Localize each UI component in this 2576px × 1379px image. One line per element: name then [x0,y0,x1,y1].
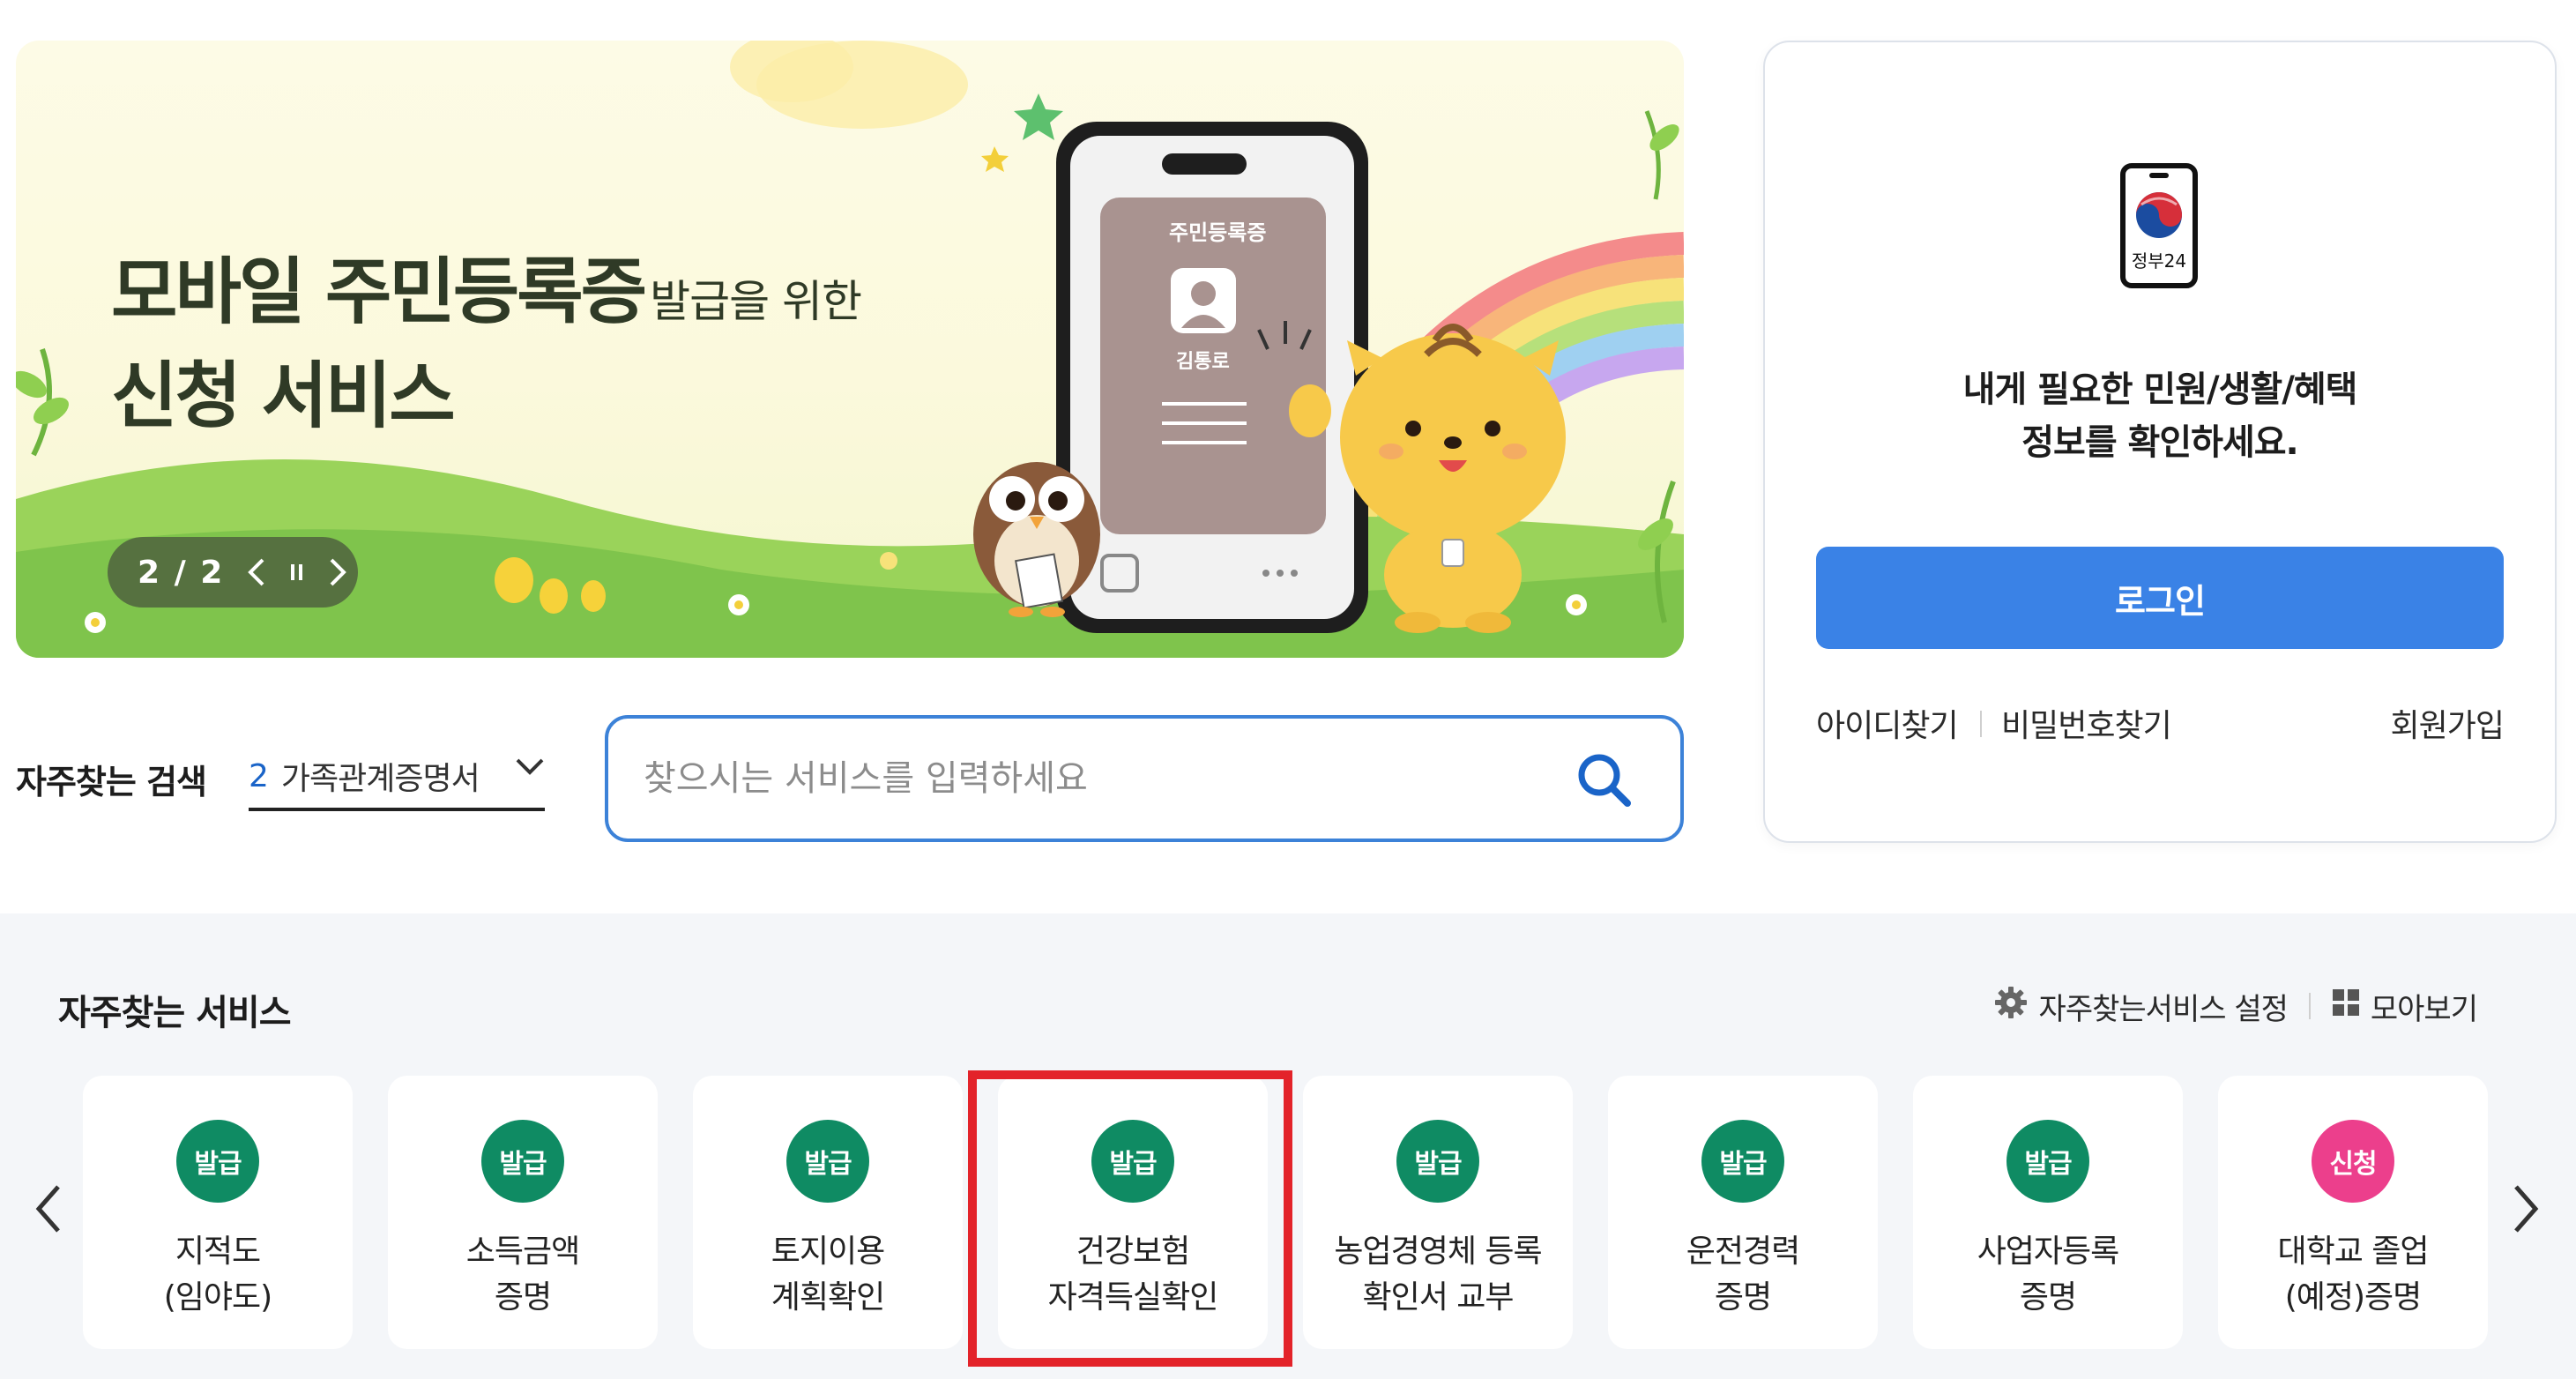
login-card: 정부24 내게 필요한 민원/생활/혜택 정보를 확인하세요. 로그인 아이디찾… [1763,41,2557,843]
login-message-line2: 정보를 확인하세요. [2021,422,2299,463]
service-name: 사업자등록 증명 [1977,1234,2120,1316]
frequent-services-title: 자주찾는 서비스 [58,993,292,1033]
gear-icon [1993,985,2029,1028]
service-badge: 발급 [176,1120,259,1203]
signup-link[interactable]: 회원가입 [2391,700,2505,746]
search-input[interactable] [644,750,1525,807]
login-button[interactable]: 로그인 [1816,547,2504,649]
service-badge: 발급 [481,1120,564,1203]
service-name: 지적도 (임야도) [163,1234,272,1316]
service-badge: 신청 [2312,1120,2394,1203]
service-name: 운전경력 증명 [1686,1234,1800,1316]
frequent-search-term: 가족관계증명서 [280,761,480,797]
login-links: 아이디찾기 비밀번호찾기 회원가입 [1816,700,2505,753]
service-card-business-registration[interactable]: 발급 사업자등록 증명 [1913,1076,2183,1349]
view-all-button[interactable]: 모아보기 [2332,985,2478,1028]
service-card-driving-record[interactable]: 발급 운전경력 증명 [1608,1076,1878,1349]
banner-slider-controls: 2 / 2 [108,537,358,608]
service-card-graduation-certificate[interactable]: 신청 대학교 졸업 (예정)증명 [2218,1076,2488,1349]
search-box [605,715,1684,842]
carousel-prev-icon[interactable] [28,1178,69,1240]
chevron-down-icon [515,757,545,781]
settings-label: 자주찾는서비스 설정 [2038,991,2289,1027]
banner-title-small: 발급을 위한 [650,276,862,327]
service-name: 소득금액 증명 [465,1234,580,1316]
service-name: 대학교 졸업 (예정)증명 [2277,1234,2429,1316]
service-badge: 발급 [1091,1120,1174,1203]
frequent-services-settings[interactable]: 자주찾는서비스 설정 [1993,985,2289,1028]
chevron-right-icon[interactable] [328,557,347,587]
service-card-cadastral-map[interactable]: 발급 지적도 (임야도) [83,1076,353,1349]
service-name: 건강보험 자격득실확인 [1047,1234,1219,1316]
pause-icon[interactable] [289,562,305,583]
service-name: 농업경영체 등록 확인서 교부 [1334,1234,1542,1316]
phone-card-name: 김통로 [1176,351,1230,373]
service-cards: 발급 지적도 (임야도) 발급 소득금액 증명 발급 토지이용 계획확인 발급 … [83,1076,2491,1349]
view-all-label: 모아보기 [2370,991,2478,1027]
find-id-link[interactable]: 아이디찾기 [1816,700,1959,746]
gov24-logo-text: 정부24 [2131,250,2187,272]
frequent-services-tools: 자주찾는서비스 설정 모아보기 [1993,984,2478,1028]
gov24-logo: 정부24 [2119,162,2199,289]
login-message-line1: 내게 필요한 민원/생활/혜택 [1962,369,2358,410]
banner-title-line2: 신청 서비스 [111,354,456,438]
service-badge: 발급 [1396,1120,1479,1203]
service-name: 토지이용 계획확인 [771,1234,885,1316]
service-card-health-insurance[interactable]: 발급 건강보험 자격득실확인 [998,1076,1268,1349]
carousel-next-icon[interactable] [2505,1178,2546,1240]
frequent-search-label: 자주찾는 검색 [16,763,207,801]
service-card-farm-registration[interactable]: 발급 농업경영체 등록 확인서 교부 [1303,1076,1573,1349]
frequent-services-section: 자주찾는 서비스 자주찾는서비스 설정 모아보기 발급 지적도 (임야도) 발급… [0,913,2576,1379]
frequent-search-dropdown[interactable]: 2 가족관계증명서 [249,744,545,811]
chevron-left-icon[interactable] [247,557,266,587]
service-badge: 발급 [2006,1120,2089,1203]
find-password-link[interactable]: 비밀번호찾기 [2001,700,2172,746]
promo-banner[interactable]: 모바일 주민등록증 발급을 위한 신청 서비스 주민등록증 김통로 2 / 2 [16,41,1684,658]
link-divider [1980,711,1982,737]
banner-title: 모바일 주민등록증 발급을 위한 [111,233,862,338]
banner-title-main: 모바일 주민등록증 [111,250,647,334]
frequent-search-rank: 2 [249,757,269,794]
tools-divider [2308,993,2311,1019]
login-message: 내게 필요한 민원/생활/혜택 정보를 확인하세요. [1765,363,2555,469]
grid-icon [2332,988,2360,1025]
service-badge: 발급 [786,1120,869,1203]
phone-card-title: 주민등록증 [1169,220,1267,245]
search-icon[interactable] [1575,750,1634,810]
service-badge: 발급 [1701,1120,1784,1203]
slide-counter: 2 / 2 [138,554,225,591]
service-card-income-certificate[interactable]: 발급 소득금액 증명 [388,1076,658,1349]
service-card-land-use-plan[interactable]: 발급 토지이용 계획확인 [693,1076,963,1349]
